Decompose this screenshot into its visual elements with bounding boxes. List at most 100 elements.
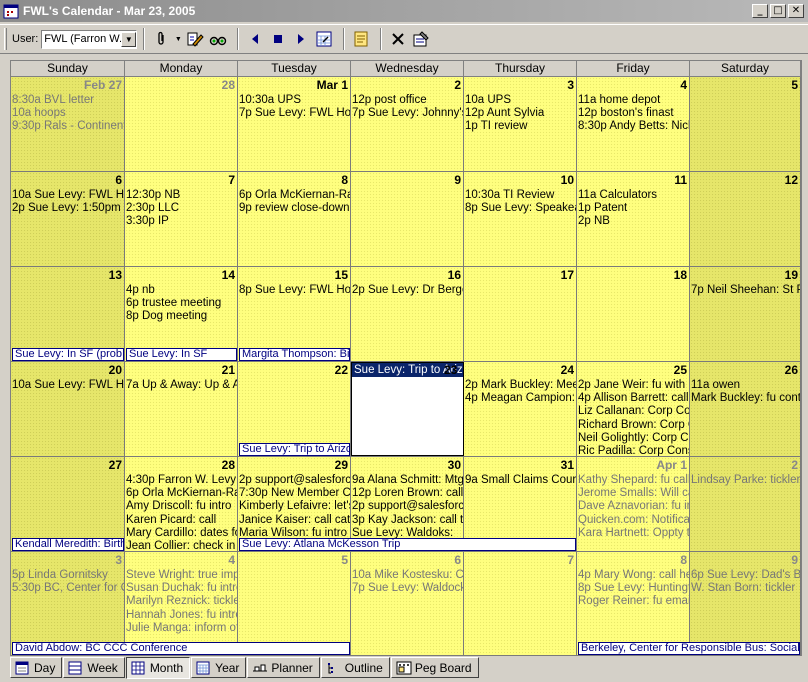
priority-button[interactable] — [185, 29, 205, 49]
calendar-event[interactable]: Ric Padilla: Corp Consu — [578, 445, 689, 456]
calendar-event[interactable]: Marilyn Reznick: tickler — [126, 595, 237, 608]
calendar-event[interactable]: 11a Calculators — [578, 189, 689, 202]
day-cell[interactable]: 3 10a UPS 12p Aunt Sylvia 1p TI review — [464, 77, 577, 172]
all-day-event-banner[interactable]: Margita Thompson: Birt — [239, 348, 350, 361]
day-cell[interactable]: 5 — [690, 77, 801, 172]
calendar-event[interactable]: 2:30p LLC — [126, 202, 237, 215]
calendar-event[interactable]: 1p TI review — [465, 120, 576, 133]
chevron-down-icon[interactable]: ▼ — [121, 31, 137, 47]
calendar-event[interactable]: Susan Duchak: fu intro — [126, 582, 237, 595]
next-button[interactable] — [291, 29, 311, 49]
calendar-event[interactable]: Quicken.com: Notificati — [578, 514, 689, 527]
tab-day[interactable]: Day — [10, 657, 63, 678]
calendar-event[interactable]: Kathy Shepard: fu call — [578, 474, 689, 487]
calendar-event[interactable]: 7a Up & Away: Up & Aw — [126, 379, 237, 392]
all-day-event-banner[interactable]: David Abdow: BC CCC Conference — [12, 642, 350, 655]
attach-menu-button[interactable]: ▼ — [174, 29, 182, 49]
minimize-button[interactable]: _ — [752, 4, 768, 18]
calendar-event[interactable]: 8p Dog meeting — [126, 310, 237, 323]
calendar-event[interactable]: 10a hoops — [12, 107, 124, 120]
calendar-event[interactable]: Janice Kaiser: call catch — [239, 514, 350, 527]
calendar-event[interactable]: 11a owen — [691, 379, 800, 392]
tab-outline[interactable]: Outline — [320, 657, 390, 678]
close-button[interactable]: ✕ — [788, 4, 804, 18]
day-cell[interactable]: 9 — [351, 172, 464, 267]
find-button[interactable] — [208, 29, 228, 49]
calendar-event[interactable]: Richard Brown: Corp Co — [578, 419, 689, 432]
user-select[interactable]: FWL (Farron W. ▼ — [41, 29, 138, 49]
calendar-event[interactable]: Julie Manga: inform of t — [126, 622, 237, 635]
calendar-event[interactable]: 11a home depot — [578, 94, 689, 107]
calendar-event[interactable]: 8p Sue Levy: FWL Hoo — [239, 284, 350, 297]
calendar-event[interactable]: 5:30p BC, Center for Co — [12, 582, 124, 595]
day-cell[interactable]: 2 Lindsay Parke: tickler — [690, 457, 801, 552]
calendar-event[interactable]: Hannah Jones: fu intro — [126, 609, 237, 622]
calendar-event[interactable]: 9a Small Claims Court — [465, 474, 576, 487]
calendar-event[interactable]: Amy Driscoll: fu intro — [126, 500, 237, 513]
day-cell[interactable]: 6 10a Mike Kostesku: Cal 7p Sue Levy: Wald… — [351, 552, 464, 656]
calendar-event[interactable]: 2p support@salesforce. — [352, 500, 463, 513]
calendar-event[interactable]: Roger Reiner: fu email e — [578, 595, 689, 608]
calendar-event[interactable]: 12p boston's finast — [578, 107, 689, 120]
tab-week[interactable]: Week — [63, 657, 125, 678]
calendar-event[interactable]: 10a Mike Kostesku: Cal — [352, 569, 463, 582]
all-day-event-banner[interactable]: Sue Levy: In SF (prob li — [12, 348, 124, 361]
calendar-event[interactable]: Dave Aznavorian: fu int — [578, 500, 689, 513]
day-cell[interactable]: 11 11a Calculators 1p Patent 2p NB — [577, 172, 690, 267]
day-cell[interactable]: 24 2p Mark Buckley: Meet 4p Meagan Campion… — [464, 362, 577, 457]
day-cell[interactable]: 16 2p Sue Levy: Dr Berger — [351, 267, 464, 362]
calendar-event[interactable]: 2p Sue Levy: 1:50pm M — [12, 202, 124, 215]
day-cell[interactable]: 25 2p Jane Weir: fu with R 4p Allison Barr… — [577, 362, 690, 457]
calendar-event[interactable]: 9p review close-down p — [239, 202, 350, 215]
calendar-event[interactable]: 4p Meagan Campion: B — [465, 392, 576, 405]
calendar-event[interactable]: Kimberly Lefaivre: let's — [239, 500, 350, 513]
all-day-event-banner[interactable]: Kendall Meredith: Birthd — [12, 538, 124, 551]
day-cell[interactable]: 7 12:30p NB 2:30p LLC 3:30p IP — [125, 172, 238, 267]
goto-date-button[interactable] — [314, 29, 334, 49]
calendar-event[interactable]: 10a Sue Levy: FWL Ho — [12, 379, 124, 392]
calendar-event[interactable]: Mark Buckley: fu conta — [691, 392, 800, 405]
day-cell[interactable]: 20 10a Sue Levy: FWL Ho — [11, 362, 125, 457]
calendar-event[interactable]: 1p Patent — [578, 202, 689, 215]
calendar-event[interactable]: 9a Alana Schmitt: Mtg w — [352, 474, 463, 487]
all-day-event-banner[interactable]: Sue Levy: Trip to Arizon — [239, 443, 350, 456]
calendar-event[interactable]: 7p Sue Levy: FWL Hoop — [239, 107, 350, 120]
calendar-event[interactable]: 7:30p New Member Co — [239, 487, 350, 500]
calendar-event[interactable]: 8:30a BVL letter — [12, 94, 124, 107]
calendar-event[interactable]: 12:30p NB — [126, 189, 237, 202]
day-cell[interactable]: 10 10:30a TI Review 8p Sue Levy: Speakea — [464, 172, 577, 267]
calendar-event[interactable]: 9:30p Rals - Continental — [12, 120, 124, 133]
calendar-event[interactable]: 4p nb — [126, 284, 237, 297]
tab-planner[interactable]: Planner — [247, 657, 320, 678]
calendar-event[interactable]: 4:30p Farron W. Levy: f — [126, 474, 237, 487]
tab-month[interactable]: Month — [125, 657, 191, 679]
calendar-event[interactable]: 10:30a TI Review — [465, 189, 576, 202]
day-cell[interactable]: 9 6p Sue Levy: Dad's Birt W. Stan Born: ti… — [690, 552, 801, 656]
properties-button[interactable] — [411, 29, 431, 49]
calendar-event[interactable]: Karen Picard: call — [126, 514, 237, 527]
calendar-event[interactable]: 2p NB — [578, 215, 689, 228]
calendar-event[interactable]: 2p Jane Weir: fu with R — [578, 379, 689, 392]
calendar-event[interactable]: Liz Callanan: Corp Cons — [578, 405, 689, 418]
notes-button[interactable] — [351, 29, 371, 49]
calendar-event[interactable]: 6p Orla McKiernan-Raft — [126, 487, 237, 500]
calendar-event[interactable]: 4p Mary Wong: call her — [578, 569, 689, 582]
calendar-event[interactable]: 12p Aunt Sylvia — [465, 107, 576, 120]
calendar-event[interactable]: 7p Sue Levy: Johnny's — [352, 107, 463, 120]
calendar-event[interactable]: Steve Wright: true impa — [126, 569, 237, 582]
calendar-event[interactable]: 5p Linda Gornitsky — [12, 569, 124, 582]
calendar-event[interactable]: 3p Kay Jackson: call to — [352, 514, 463, 527]
calendar-event[interactable]: Jerome Smalls: Will call — [578, 487, 689, 500]
calendar-event[interactable]: 12p post office — [352, 94, 463, 107]
calendar-event[interactable]: 2p support@salesforce. — [239, 474, 350, 487]
maximize-button[interactable]: □ — [770, 4, 786, 18]
all-day-event-banner[interactable]: Sue Levy: In SF — [126, 348, 237, 361]
day-cell[interactable]: Feb 27 8:30a BVL letter 10a hoops 9:30p Ral… — [11, 77, 125, 172]
calendar-event[interactable]: 8p Sue Levy: Huntingto — [578, 582, 689, 595]
tab-year[interactable]: Year — [191, 657, 247, 678]
day-cell[interactable]: 21 7a Up & Away: Up & Aw — [125, 362, 238, 457]
day-cell[interactable]: 28 — [125, 77, 238, 172]
calendar-event[interactable]: 8p Sue Levy: Speakea — [465, 202, 576, 215]
all-day-event-banner[interactable]: Berkeley, Center for Responsible Bus: So… — [578, 642, 800, 655]
delete-button[interactable] — [388, 29, 408, 49]
